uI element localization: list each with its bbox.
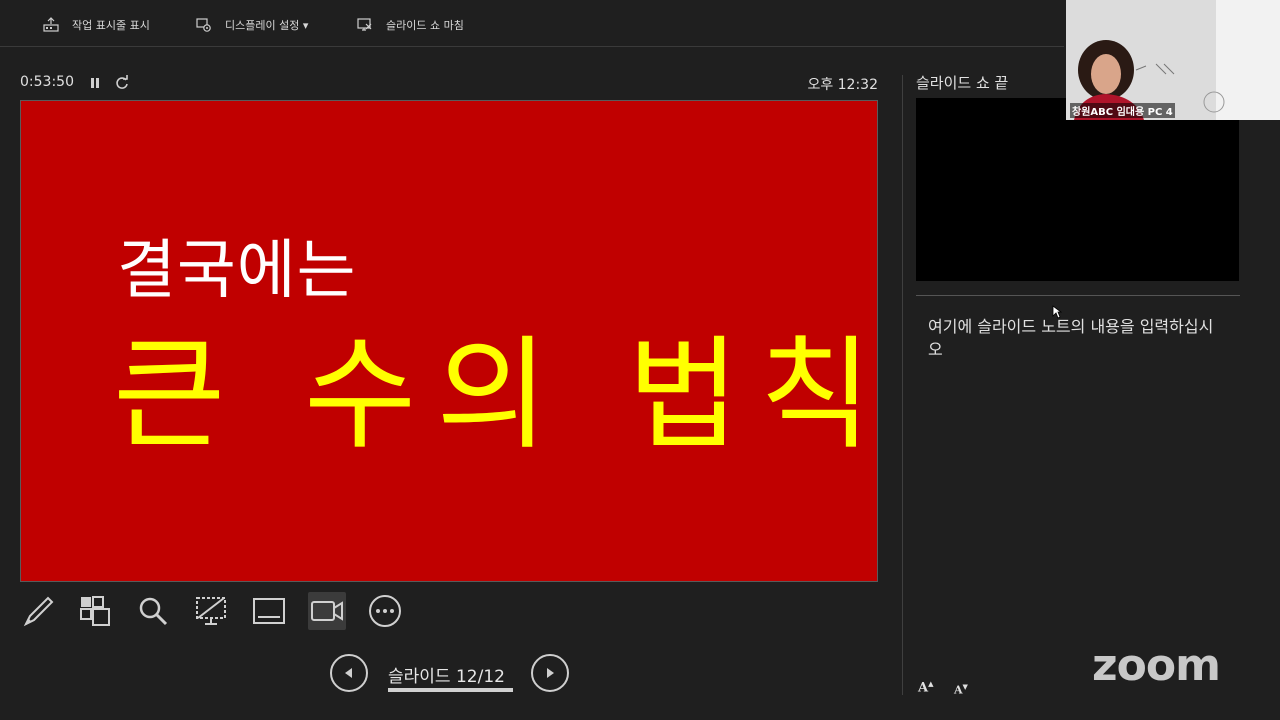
show-taskbar-button[interactable]: 작업 표시줄 표시 [42, 14, 150, 36]
end-show-icon [356, 16, 374, 34]
black-screen-button[interactable] [192, 592, 230, 630]
decrease-font-button[interactable]: A▼ [954, 683, 968, 697]
pause-button[interactable] [88, 74, 102, 92]
slide-counter[interactable]: 슬라이드 12/12 [388, 662, 505, 687]
triangle-left-icon [345, 668, 352, 678]
current-time: 오후 12:32 [807, 77, 878, 93]
next-slide-preview[interactable] [916, 98, 1239, 281]
zoom-slide-button[interactable] [134, 592, 172, 630]
zoom-logo: zoom [1092, 640, 1221, 691]
end-slideshow-button[interactable]: 슬라이드 쇼 마침 [356, 14, 464, 36]
pen-tool-button[interactable] [20, 592, 58, 630]
pause-icon [91, 78, 99, 88]
slide-line-2: 큰 수의 법칙 [113, 324, 878, 466]
zoom-magnifier-icon [139, 597, 168, 626]
previous-slide-button[interactable] [330, 654, 368, 692]
display-settings-button[interactable]: 디스플레이 설정 ▾ [195, 14, 308, 36]
black-screen-icon [196, 597, 226, 625]
reset-timer-button[interactable] [114, 74, 130, 92]
camera-toggle-button[interactable] [308, 592, 346, 630]
increase-font-button[interactable]: A▲ [918, 680, 933, 695]
subtitles-button[interactable] [250, 592, 288, 630]
participant-name: 창원ABC 임대용 PC 4 [1070, 103, 1175, 118]
notes-separator [916, 295, 1240, 296]
slide-progress-bar [388, 688, 513, 692]
pane-divider[interactable] [902, 75, 903, 695]
slides-grid-icon [80, 596, 110, 626]
speaker-notes[interactable]: 여기에 슬라이드 노트의 내용을 입력하십시오 [928, 315, 1228, 361]
current-slide[interactable]: 결국에는 큰 수의 법칙 [20, 100, 878, 582]
more-options-icon [369, 595, 401, 627]
end-slideshow-label: 슬라이드 쇼 마침 [386, 19, 464, 32]
triangle-right-icon [547, 668, 554, 678]
reset-icon [116, 75, 128, 89]
display-settings-label: 디스플레이 설정 ▾ [225, 19, 309, 32]
elapsed-timer: 0:53:50 [20, 74, 74, 90]
next-slide-label: 슬라이드 쇼 끝 [916, 74, 1009, 92]
font-increase-icon: A [918, 680, 929, 696]
pen-icon [23, 596, 54, 627]
show-taskbar-label: 작업 표시줄 표시 [72, 19, 150, 32]
taskbar-icon [42, 16, 60, 34]
see-all-slides-button[interactable] [76, 592, 114, 630]
subtitles-icon [253, 598, 285, 624]
presenter-toolbar: 작업 표시줄 표시 디스플레이 설정 ▾ 슬라이드 쇼 마침 [0, 0, 1064, 47]
font-decrease-icon: A [954, 683, 963, 697]
camera-icon [311, 601, 343, 621]
mouse-cursor-icon [1052, 304, 1063, 323]
more-options-button[interactable] [366, 592, 404, 630]
participant-photo [1066, 0, 1280, 120]
participant-video[interactable]: 창원ABC 임대용 PC 4 [1066, 0, 1280, 120]
next-slide-button[interactable] [531, 654, 569, 692]
display-gear-icon [195, 16, 213, 34]
